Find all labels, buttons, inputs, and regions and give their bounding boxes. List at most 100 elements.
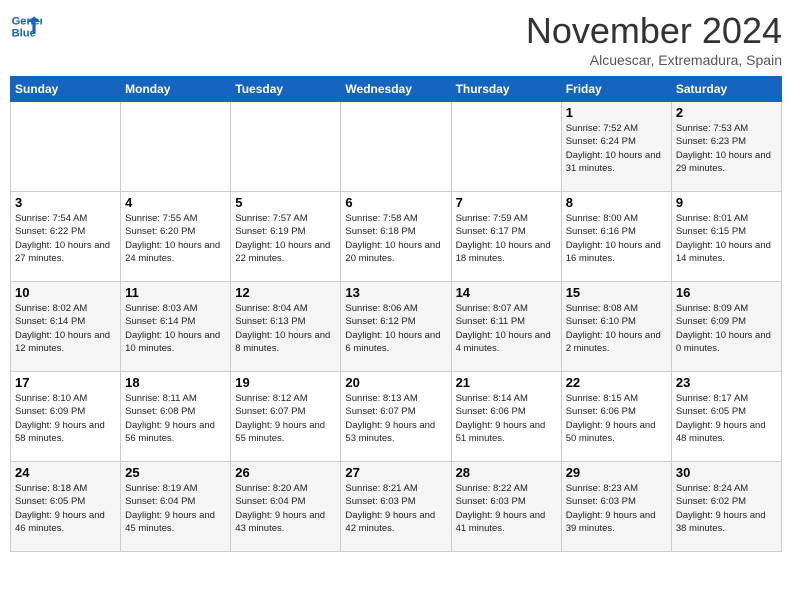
day-detail: Sunrise: 7:55 AMSunset: 6:20 PMDaylight:… — [125, 212, 226, 265]
month-title: November 2024 — [526, 10, 782, 52]
calendar-cell — [451, 102, 561, 192]
day-number: 11 — [125, 285, 226, 300]
calendar-cell: 3 Sunrise: 7:54 AMSunset: 6:22 PMDaylight… — [11, 192, 121, 282]
calendar-week-row: 10Sunrise: 8:02 AMSunset: 6:14 PMDayligh… — [11, 282, 782, 372]
calendar-cell: 15 Sunrise: 8:08 AMSunset: 6:10 PMDayligh… — [561, 282, 671, 372]
calendar-cell: 24Sunrise: 8:18 AMSunset: 6:05 PMDayligh… — [11, 462, 121, 552]
day-detail: Sunrise: 7:53 AMSunset: 6:23 PMDaylight:… — [676, 122, 777, 175]
logo-icon: General Blue — [10, 10, 42, 42]
day-number: 29 — [566, 465, 667, 480]
day-of-week-header: Friday — [561, 77, 671, 102]
calendar-cell: 13 Sunrise: 8:06 AMSunset: 6:12 PMDayligh… — [341, 282, 451, 372]
calendar-week-row: 17Sunrise: 8:10 AMSunset: 6:09 PMDayligh… — [11, 372, 782, 462]
day-number: 19 — [235, 375, 336, 390]
day-number: 4 — [125, 195, 226, 210]
day-of-week-header: Monday — [121, 77, 231, 102]
calendar-cell: 16 Sunrise: 8:09 AMSunset: 6:09 PMDayligh… — [671, 282, 781, 372]
day-number: 2 — [676, 105, 777, 120]
day-number: 15 — [566, 285, 667, 300]
day-number: 8 — [566, 195, 667, 210]
logo: General Blue — [10, 10, 42, 42]
title-area: November 2024 Alcuescar, Extremadura, Sp… — [526, 10, 782, 68]
day-detail: Sunrise: 8:15 AMSunset: 6:06 PMDaylight:… — [566, 392, 667, 445]
calendar-cell: 20Sunrise: 8:13 AMSunset: 6:07 PMDayligh… — [341, 372, 451, 462]
day-of-week-header: Saturday — [671, 77, 781, 102]
calendar-cell: 17Sunrise: 8:10 AMSunset: 6:09 PMDayligh… — [11, 372, 121, 462]
day-number: 22 — [566, 375, 667, 390]
day-detail: Sunrise: 8:13 AMSunset: 6:07 PMDaylight:… — [345, 392, 446, 445]
day-number: 18 — [125, 375, 226, 390]
day-detail: Sunrise: 8:17 AMSunset: 6:05 PMDaylight:… — [676, 392, 777, 445]
calendar-cell: 2 Sunrise: 7:53 AMSunset: 6:23 PMDaylight… — [671, 102, 781, 192]
svg-text:Blue: Blue — [12, 27, 36, 39]
day-number: 25 — [125, 465, 226, 480]
day-number: 5 — [235, 195, 336, 210]
day-detail: Sunrise: 8:00 AMSunset: 6:16 PMDaylight:… — [566, 212, 667, 265]
calendar-cell — [11, 102, 121, 192]
calendar-cell: 28 Sunrise: 8:22 AMSunset: 6:03 PMDayligh… — [451, 462, 561, 552]
day-number: 7 — [456, 195, 557, 210]
calendar-cell: 6 Sunrise: 7:58 AMSunset: 6:18 PMDaylight… — [341, 192, 451, 282]
calendar-cell: 11 Sunrise: 8:03 AMSunset: 6:14 PMDayligh… — [121, 282, 231, 372]
day-detail: Sunrise: 7:52 AMSunset: 6:24 PMDaylight:… — [566, 122, 667, 175]
day-detail: Sunrise: 8:07 AMSunset: 6:11 PMDaylight:… — [456, 302, 557, 355]
day-of-week-header: Sunday — [11, 77, 121, 102]
day-detail: Sunrise: 8:06 AMSunset: 6:12 PMDaylight:… — [345, 302, 446, 355]
day-number: 17 — [15, 375, 116, 390]
day-detail: Sunrise: 8:09 AMSunset: 6:09 PMDaylight:… — [676, 302, 777, 355]
calendar-header: SundayMondayTuesdayWednesdayThursdayFrid… — [11, 77, 782, 102]
day-number: 3 — [15, 195, 116, 210]
day-number: 16 — [676, 285, 777, 300]
calendar-cell: 12Sunrise: 8:04 AMSunset: 6:13 PMDayligh… — [231, 282, 341, 372]
day-number: 30 — [676, 465, 777, 480]
day-detail: Sunrise: 8:08 AMSunset: 6:10 PMDaylight:… — [566, 302, 667, 355]
day-number: 27 — [345, 465, 446, 480]
day-detail: Sunrise: 7:54 AMSunset: 6:22 PMDaylight:… — [15, 212, 116, 265]
day-detail: Sunrise: 8:01 AMSunset: 6:15 PMDaylight:… — [676, 212, 777, 265]
day-detail: Sunrise: 7:59 AMSunset: 6:17 PMDaylight:… — [456, 212, 557, 265]
calendar-cell: 29 Sunrise: 8:23 AMSunset: 6:03 PMDayligh… — [561, 462, 671, 552]
calendar-week-row: 24Sunrise: 8:18 AMSunset: 6:05 PMDayligh… — [11, 462, 782, 552]
day-detail: Sunrise: 8:23 AMSunset: 6:03 PMDaylight:… — [566, 482, 667, 535]
day-number: 28 — [456, 465, 557, 480]
location: Alcuescar, Extremadura, Spain — [526, 52, 782, 68]
page-header: General Blue November 2024 Alcuescar, Ex… — [10, 10, 782, 68]
day-number: 6 — [345, 195, 446, 210]
calendar-cell: 5 Sunrise: 7:57 AMSunset: 6:19 PMDaylight… — [231, 192, 341, 282]
calendar-cell: 19Sunrise: 8:12 AMSunset: 6:07 PMDayligh… — [231, 372, 341, 462]
calendar-table: SundayMondayTuesdayWednesdayThursdayFrid… — [10, 76, 782, 552]
day-detail: Sunrise: 8:22 AMSunset: 6:03 PMDaylight:… — [456, 482, 557, 535]
day-number: 23 — [676, 375, 777, 390]
calendar-cell: 10Sunrise: 8:02 AMSunset: 6:14 PMDayligh… — [11, 282, 121, 372]
day-detail: Sunrise: 7:57 AMSunset: 6:19 PMDaylight:… — [235, 212, 336, 265]
day-detail: Sunrise: 7:58 AMSunset: 6:18 PMDaylight:… — [345, 212, 446, 265]
day-detail: Sunrise: 8:19 AMSunset: 6:04 PMDaylight:… — [125, 482, 226, 535]
day-number: 24 — [15, 465, 116, 480]
day-number: 14 — [456, 285, 557, 300]
calendar-cell: 14 Sunrise: 8:07 AMSunset: 6:11 PMDayligh… — [451, 282, 561, 372]
day-of-week-header: Wednesday — [341, 77, 451, 102]
day-number: 21 — [456, 375, 557, 390]
calendar-cell — [121, 102, 231, 192]
day-detail: Sunrise: 8:14 AMSunset: 6:06 PMDaylight:… — [456, 392, 557, 445]
calendar-body: 1 Sunrise: 7:52 AMSunset: 6:24 PMDaylight… — [11, 102, 782, 552]
calendar-cell: 23 Sunrise: 8:17 AMSunset: 6:05 PMDayligh… — [671, 372, 781, 462]
calendar-cell: 25 Sunrise: 8:19 AMSunset: 6:04 PMDayligh… — [121, 462, 231, 552]
calendar-cell: 22 Sunrise: 8:15 AMSunset: 6:06 PMDayligh… — [561, 372, 671, 462]
day-number: 13 — [345, 285, 446, 300]
calendar-cell: 4 Sunrise: 7:55 AMSunset: 6:20 PMDaylight… — [121, 192, 231, 282]
calendar-cell: 1 Sunrise: 7:52 AMSunset: 6:24 PMDaylight… — [561, 102, 671, 192]
calendar-cell: 7 Sunrise: 7:59 AMSunset: 6:17 PMDaylight… — [451, 192, 561, 282]
day-number: 1 — [566, 105, 667, 120]
day-of-week-header: Tuesday — [231, 77, 341, 102]
day-detail: Sunrise: 8:11 AMSunset: 6:08 PMDaylight:… — [125, 392, 226, 445]
day-detail: Sunrise: 8:21 AMSunset: 6:03 PMDaylight:… — [345, 482, 446, 535]
calendar-week-row: 1 Sunrise: 7:52 AMSunset: 6:24 PMDaylight… — [11, 102, 782, 192]
day-number: 9 — [676, 195, 777, 210]
calendar-cell: 26Sunrise: 8:20 AMSunset: 6:04 PMDayligh… — [231, 462, 341, 552]
calendar-cell: 18 Sunrise: 8:11 AMSunset: 6:08 PMDayligh… — [121, 372, 231, 462]
calendar-cell — [341, 102, 451, 192]
calendar-cell: 9 Sunrise: 8:01 AMSunset: 6:15 PMDaylight… — [671, 192, 781, 282]
calendar-cell: 21 Sunrise: 8:14 AMSunset: 6:06 PMDayligh… — [451, 372, 561, 462]
day-detail: Sunrise: 8:03 AMSunset: 6:14 PMDaylight:… — [125, 302, 226, 355]
